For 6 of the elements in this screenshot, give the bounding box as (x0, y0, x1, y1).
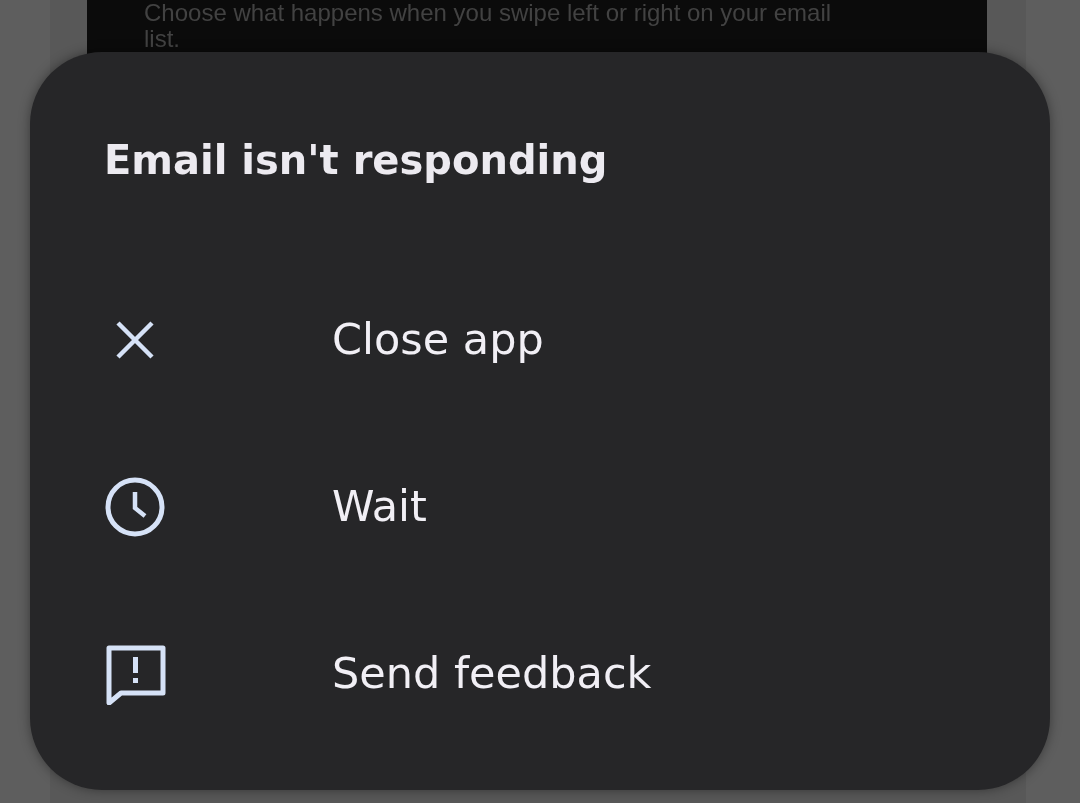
option-button[interactable]: Close app (332, 314, 544, 366)
feedback-icon (104, 643, 166, 705)
option-button[interactable]: Send feedback (332, 648, 652, 700)
clock-icon (104, 476, 166, 538)
dialog-title: Email isn't responding (104, 136, 608, 185)
option-button[interactable]: Wait (332, 481, 427, 533)
